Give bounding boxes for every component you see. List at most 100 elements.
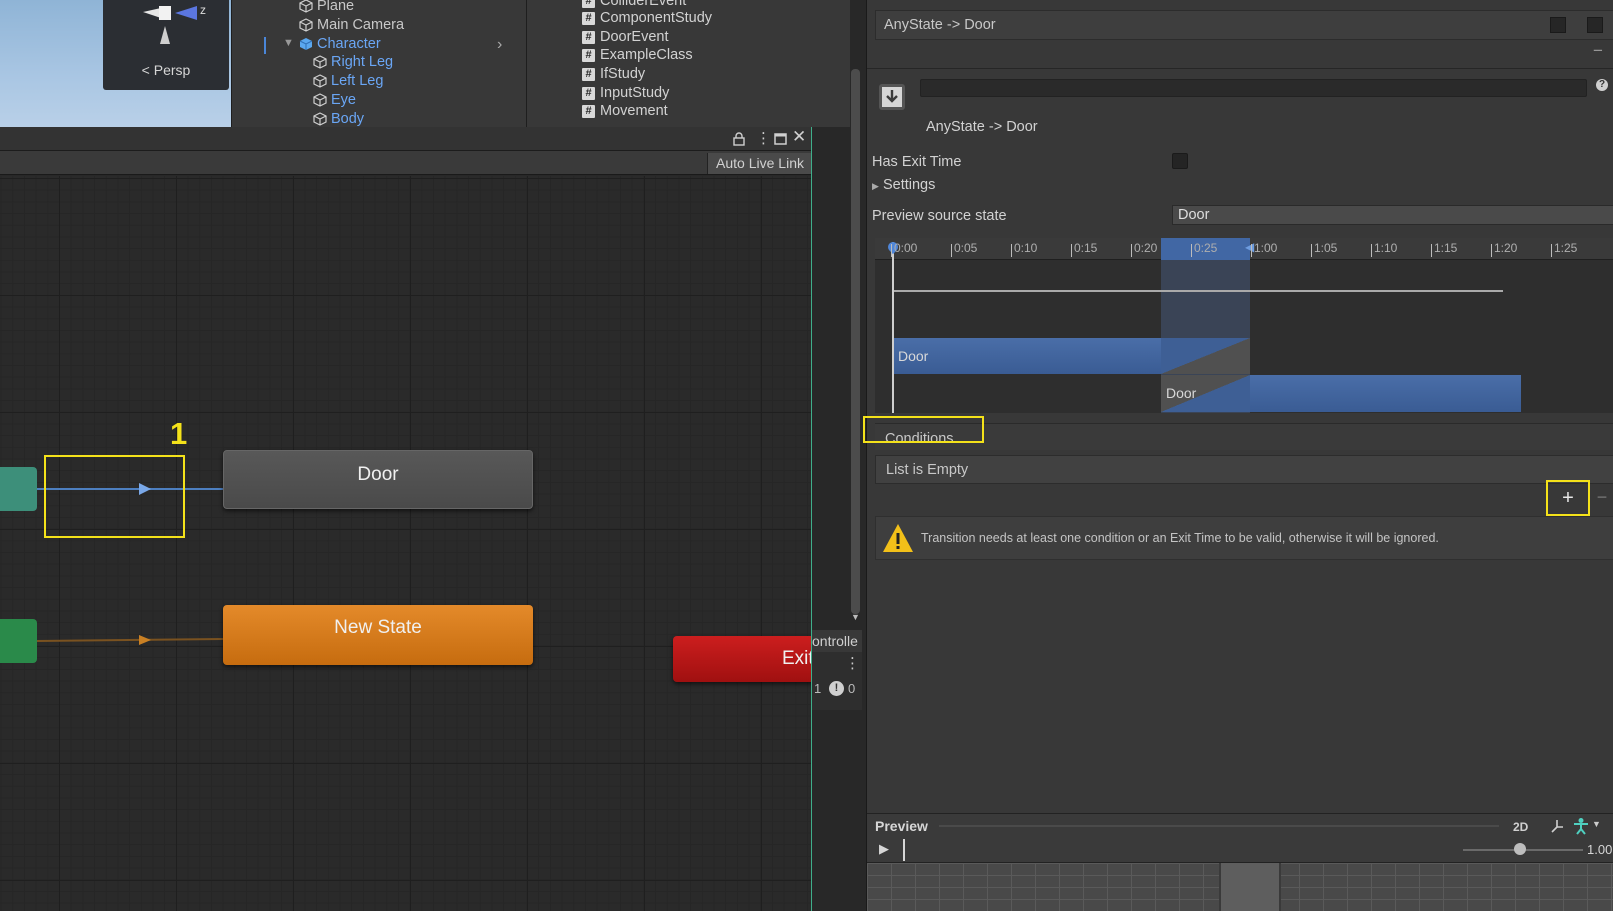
axis-gizmo-icon[interactable] bbox=[131, 2, 201, 46]
timeline-ticks: 0:00 0:05 0:10 0:15 0:20 0:25 1:00 1:05 1:10 1:15… bbox=[874, 238, 1613, 260]
timeline-tick-label: 1:15 bbox=[1434, 241, 1458, 255]
preview-viewport[interactable] bbox=[867, 863, 1613, 911]
script-file-item[interactable]: # DoorEvent bbox=[582, 28, 669, 46]
parameter-curve bbox=[893, 290, 1503, 292]
remove-condition-button[interactable]: − bbox=[1593, 484, 1611, 510]
mute-toggle[interactable] bbox=[1587, 17, 1603, 33]
scene-gizmo[interactable]: z < Persp bbox=[103, 0, 229, 90]
source-clip-fade bbox=[1161, 338, 1250, 374]
avatar-preview-icon[interactable] bbox=[1572, 817, 1590, 835]
transition-name-field[interactable] bbox=[920, 79, 1587, 97]
tab-controller[interactable]: ontrolle bbox=[812, 630, 862, 652]
persp-label: Persp bbox=[153, 62, 191, 78]
close-icon[interactable]: ✕ bbox=[792, 127, 806, 147]
script-file-item[interactable]: # ExampleClass bbox=[582, 46, 693, 64]
script-file-label: IfStudy bbox=[600, 66, 646, 82]
hierarchy-item-body[interactable]: Body bbox=[313, 110, 364, 128]
conditions-header: Conditions bbox=[875, 423, 1613, 450]
preview-source-label: Preview source state bbox=[872, 208, 1007, 224]
state-node-exit[interactable]: Exit bbox=[673, 636, 811, 682]
timeline-tick-label: 0:05 bbox=[954, 241, 978, 255]
timeline-tick-label: 0:20 bbox=[1134, 241, 1158, 255]
transition-list-item[interactable]: AnyState -> Door bbox=[875, 10, 1613, 40]
kebab-menu-icon[interactable]: ⋮ bbox=[756, 129, 771, 147]
lock-icon[interactable] bbox=[733, 132, 745, 146]
transition-timeline[interactable]: Door Door ◀ bbox=[875, 238, 1613, 413]
hierarchy-item-plane[interactable]: Plane bbox=[299, 0, 354, 15]
state-node-new-state[interactable]: New State bbox=[223, 605, 533, 665]
settings-label: Settings bbox=[882, 177, 936, 193]
kebab-menu-icon[interactable]: ⋮ bbox=[845, 654, 860, 672]
hierarchy-item-label: Body bbox=[331, 111, 365, 127]
persp-toggle[interactable]: < Persp bbox=[103, 62, 229, 78]
animator-titlebar: ⋮ ✕ bbox=[0, 127, 811, 151]
script-icon: # bbox=[582, 86, 595, 100]
animator-window: ⋮ ✕ Auto Live Link 1 Door New State Exit bbox=[0, 127, 812, 911]
has-exit-time-label: Has Exit Time bbox=[872, 154, 962, 170]
dropdown-arrow-icon[interactable]: ▼ bbox=[1592, 819, 1601, 829]
maximize-icon[interactable] bbox=[774, 133, 787, 145]
vertical-scrollbar[interactable] bbox=[851, 69, 860, 614]
help-icon[interactable]: ? bbox=[1596, 79, 1608, 91]
timeline-tick-mark bbox=[1431, 244, 1432, 257]
state-machine-graph[interactable]: 1 Door New State Exit bbox=[0, 176, 811, 911]
script-file-item[interactable]: # Movement bbox=[582, 102, 668, 120]
warning-text: Transition needs at least one condition … bbox=[921, 531, 1439, 545]
preview-2d-button[interactable]: 2D bbox=[1513, 820, 1528, 834]
source-clip-bar[interactable]: Door bbox=[893, 338, 1161, 374]
hierarchy-item-label: Character bbox=[317, 36, 381, 52]
preview-scrubber[interactable] bbox=[903, 839, 905, 861]
scene-view[interactable]: z < Persp bbox=[0, 0, 231, 127]
hierarchy-item-character[interactable]: Character bbox=[299, 35, 381, 53]
hierarchy-item-label: Plane bbox=[317, 0, 355, 14]
chevron-right-icon[interactable]: › bbox=[497, 36, 502, 54]
transition-arrows bbox=[36, 483, 224, 645]
speed-slider-thumb[interactable] bbox=[1514, 843, 1526, 855]
pivot-icon[interactable] bbox=[1549, 818, 1565, 834]
timeline-tick-label: 1:00 bbox=[1254, 241, 1278, 255]
script-file-label: ComponentStudy bbox=[600, 10, 713, 26]
selected-transition-highlight[interactable] bbox=[44, 455, 185, 538]
script-file-label: Movement bbox=[600, 103, 668, 119]
hierarchy-item-label: Right Leg bbox=[331, 54, 394, 70]
hierarchy-item-main-camera[interactable]: Main Camera bbox=[299, 16, 404, 34]
timeline-playhead[interactable] bbox=[892, 242, 894, 413]
expand-arrow-icon[interactable]: ▼ bbox=[283, 37, 294, 49]
transition-import-icon bbox=[879, 84, 905, 110]
script-icon: # bbox=[582, 67, 595, 81]
speed-value: 1.00 bbox=[1587, 842, 1613, 857]
annotation-number: 1 bbox=[170, 416, 188, 451]
add-condition-button[interactable]: + bbox=[1546, 480, 1590, 516]
scroll-down-icon[interactable]: ▼ bbox=[851, 612, 860, 622]
script-file-item[interactable]: # IfStudy bbox=[582, 65, 645, 83]
script-icon: # bbox=[582, 48, 595, 62]
script-icon: # bbox=[582, 0, 595, 8]
gameobject-icon bbox=[299, 0, 313, 13]
state-node-door[interactable]: Door bbox=[223, 450, 533, 509]
script-file-label: InputStudy bbox=[600, 85, 670, 101]
error-count: 0 bbox=[848, 681, 856, 696]
timeline-tick-label: 0:10 bbox=[1014, 241, 1038, 255]
settings-foldout[interactable]: ▶ Settings bbox=[872, 177, 935, 193]
animator-toolbar: Auto Live Link bbox=[0, 151, 811, 175]
timeline-tick-mark bbox=[1071, 244, 1072, 257]
hierarchy-item-eye[interactable]: Eye bbox=[313, 91, 356, 109]
gameobject-icon bbox=[313, 112, 327, 126]
remove-transition-icon[interactable]: − bbox=[1593, 41, 1603, 61]
solo-toggle[interactable] bbox=[1550, 17, 1566, 33]
script-file-item[interactable]: # ComponentStudy bbox=[582, 9, 712, 27]
auto-live-link-button[interactable]: Auto Live Link bbox=[707, 153, 811, 174]
timeline-tick-label: 0:15 bbox=[1074, 241, 1098, 255]
preview-source-dropdown[interactable]: Door bbox=[1172, 205, 1613, 225]
play-icon[interactable]: ▶ bbox=[879, 841, 889, 857]
hierarchy-item-right-leg[interactable]: Right Leg bbox=[313, 53, 393, 71]
hierarchy-item-label: Eye bbox=[331, 92, 356, 108]
has-exit-time-checkbox[interactable] bbox=[1172, 153, 1188, 169]
timeline-tick-mark bbox=[1311, 244, 1312, 257]
timeline-tick-mark bbox=[1251, 244, 1252, 257]
destination-clip-bar[interactable] bbox=[1250, 375, 1521, 412]
hierarchy-item-left-leg[interactable]: Left Leg bbox=[313, 72, 383, 90]
script-file-item[interactable]: # InputStudy bbox=[582, 84, 669, 102]
destination-clip-fade: Door bbox=[1161, 375, 1250, 412]
preview-controls: ▶ 1.00 bbox=[867, 837, 1613, 863]
